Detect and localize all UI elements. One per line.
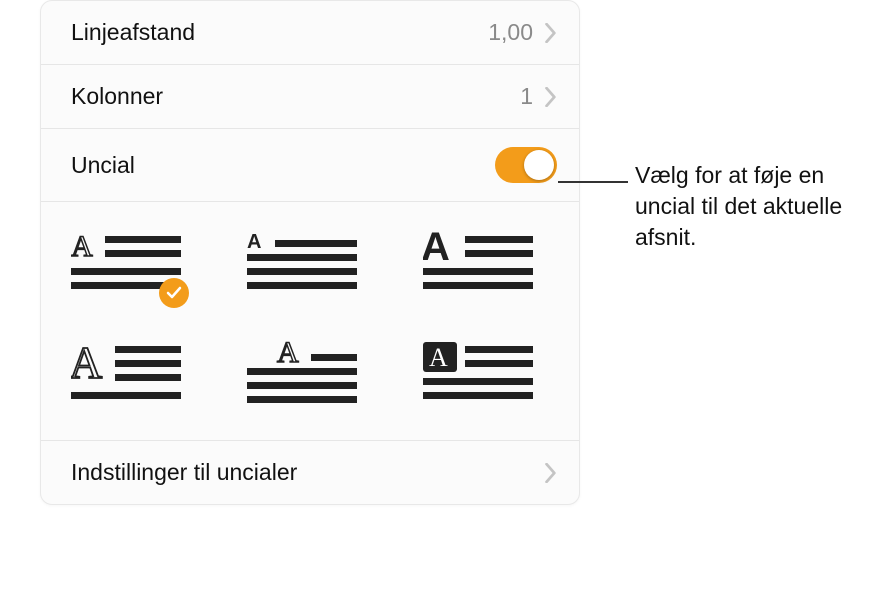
svg-text:A: A <box>429 343 448 372</box>
svg-text:A: A <box>71 230 93 263</box>
dropcap-style-icon: A <box>423 340 533 410</box>
line-spacing-row[interactable]: Linjeafstand 1,00 <box>41 1 579 65</box>
uncial-style-3[interactable]: A <box>423 230 533 300</box>
uncial-toggle[interactable] <box>495 147 557 183</box>
uncial-row: Uncial <box>41 129 579 202</box>
uncial-style-6[interactable]: A <box>423 340 533 410</box>
dropcap-style-icon: A <box>423 230 533 300</box>
uncial-styles-grid: A A <box>71 230 549 410</box>
svg-text:A: A <box>423 230 450 269</box>
line-spacing-right: 1,00 <box>488 19 557 46</box>
uncial-settings-row[interactable]: Indstillinger til uncialer <box>41 441 579 504</box>
callout-leader-line <box>558 181 628 183</box>
chevron-right-icon <box>545 23 557 43</box>
uncial-style-1[interactable]: A <box>71 230 181 300</box>
uncial-label: Uncial <box>71 152 135 179</box>
line-spacing-value: 1,00 <box>488 19 533 46</box>
svg-text:A: A <box>277 340 299 369</box>
uncial-settings-label: Indstillinger til uncialer <box>71 459 297 486</box>
columns-label: Kolonner <box>71 83 163 110</box>
svg-text:A: A <box>247 231 261 253</box>
selected-check-icon <box>159 278 189 308</box>
dropcap-style-icon: A <box>247 230 357 300</box>
columns-row[interactable]: Kolonner 1 <box>41 65 579 129</box>
dropcap-style-icon: A <box>247 340 357 410</box>
uncial-styles-section: A A <box>41 202 579 441</box>
svg-text:A: A <box>71 340 102 388</box>
uncial-settings-right <box>545 463 557 483</box>
uncial-style-4[interactable]: A <box>71 340 181 410</box>
dropcap-style-icon: A <box>71 340 181 410</box>
toggle-knob <box>524 150 554 180</box>
columns-right: 1 <box>520 83 557 110</box>
uncial-style-5[interactable]: A <box>247 340 357 410</box>
uncial-style-2[interactable]: A <box>247 230 357 300</box>
chevron-right-icon <box>545 463 557 483</box>
chevron-right-icon <box>545 87 557 107</box>
callout-text: Vælg for at føje en uncial til det aktue… <box>635 160 855 253</box>
settings-panel: Linjeafstand 1,00 Kolonner 1 Uncial A <box>40 0 580 505</box>
columns-value: 1 <box>520 83 533 110</box>
line-spacing-label: Linjeafstand <box>71 19 195 46</box>
